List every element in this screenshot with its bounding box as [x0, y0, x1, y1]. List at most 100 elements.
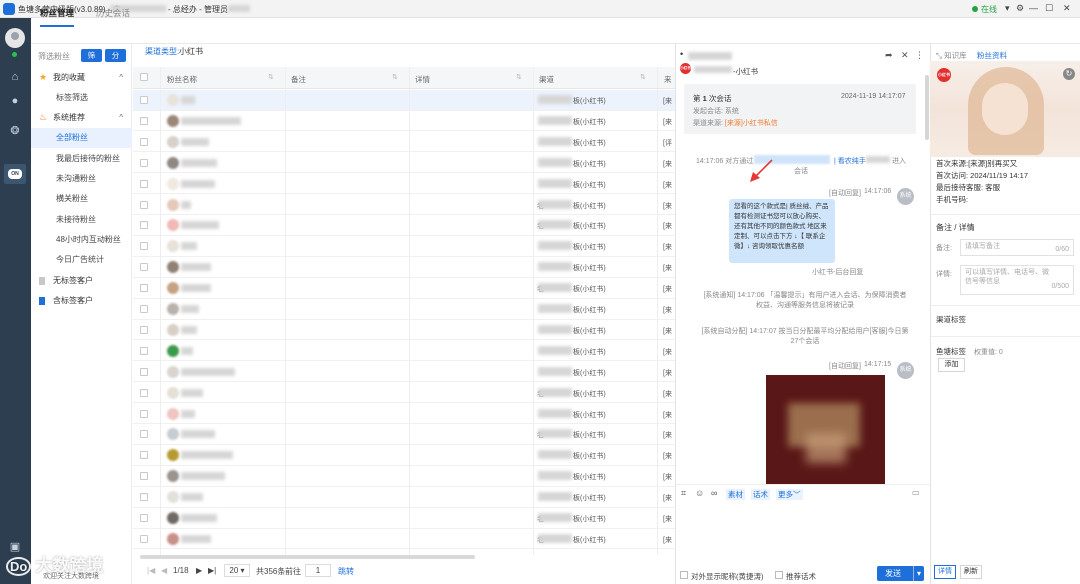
table-row[interactable]: 老板(小红书)[来 — [133, 424, 675, 445]
sidebar-item-tagged[interactable]: 含标签客户 — [31, 291, 132, 311]
fan-name-blur[interactable] — [181, 116, 241, 125]
notes-input[interactable]: 请填写备注 0/60 — [960, 239, 1074, 256]
more-button[interactable]: 更多﹀ — [776, 489, 803, 500]
material-button[interactable]: 素材 — [726, 489, 745, 500]
link-icon[interactable]: ∞ — [711, 488, 717, 498]
row-checkbox[interactable] — [140, 325, 148, 334]
row-checkbox[interactable] — [140, 451, 148, 460]
table-row[interactable]: 老板(小红书)[来 — [133, 195, 675, 215]
row-checkbox[interactable] — [140, 242, 148, 251]
table-row[interactable]: 板(小红书) [来 — [133, 111, 675, 132]
row-checkbox[interactable] — [140, 263, 148, 272]
crop-icon[interactable]: ⌗ — [681, 488, 686, 499]
jump-button[interactable]: 跳转 — [338, 566, 354, 577]
chat-icon[interactable]: ● — [8, 94, 22, 108]
sidebar-item-untagged[interactable]: 无标签客户 — [31, 271, 132, 291]
group-favorites[interactable]: ★ 我的收藏 ^ — [31, 68, 132, 88]
row-checkbox[interactable] — [140, 200, 148, 209]
fan-name-blur[interactable] — [181, 96, 195, 104]
user-avatar[interactable] — [5, 28, 25, 48]
channel-type-value[interactable]: 小红书 — [179, 46, 203, 57]
table-row[interactable]: 板(小红书) [评 — [133, 132, 675, 153]
fan-name-blur[interactable] — [181, 430, 215, 439]
refresh-button[interactable]: 刷新 — [960, 565, 982, 579]
minimize-icon[interactable]: — — [1029, 3, 1038, 13]
row-checkbox[interactable] — [140, 430, 148, 439]
fan-name-blur[interactable] — [181, 137, 209, 146]
table-row[interactable]: 老板(小红书)[来 — [133, 383, 675, 404]
first-page-icon[interactable]: |◀ — [147, 566, 155, 575]
recommend-checkbox[interactable] — [775, 571, 783, 579]
row-checkbox[interactable] — [140, 409, 148, 418]
table-row[interactable]: 板(小红书) [来 — [133, 299, 675, 320]
table-row[interactable]: 老板(小红书)[来 — [133, 278, 675, 299]
row-checkbox[interactable] — [140, 179, 148, 188]
goto-input[interactable]: 1 — [305, 564, 331, 577]
fan-name-blur[interactable] — [181, 221, 219, 230]
table-row[interactable]: 板(小红书) [来 — [133, 341, 675, 362]
row-checkbox[interactable] — [140, 388, 148, 397]
online-status[interactable]: 在线 — [972, 4, 997, 15]
sort-icon[interactable]: ⇅ — [392, 73, 398, 81]
fan-name-blur[interactable] — [181, 409, 195, 418]
maximize-icon[interactable]: ☐ — [1045, 3, 1053, 14]
fan-name-blur[interactable] — [181, 158, 217, 167]
dropdown-icon[interactable]: ▾ — [1005, 3, 1010, 14]
fan-name-blur[interactable] — [181, 367, 235, 376]
table-row[interactable]: 板(小红书) [来 — [133, 153, 675, 174]
select-all-checkbox[interactable] — [140, 73, 148, 81]
fan-name-blur[interactable] — [181, 514, 217, 522]
fan-name-blur[interactable] — [181, 534, 211, 543]
share-icon[interactable]: ➦ — [885, 50, 893, 61]
show-nickname-checkbox[interactable] — [680, 571, 688, 579]
send-options-icon[interactable]: ▾ — [912, 566, 921, 581]
emoji-icon[interactable]: ☺ — [695, 488, 704, 498]
fan-name-blur[interactable] — [181, 388, 203, 397]
image-message[interactable] — [766, 375, 885, 484]
details-button[interactable]: 详情 — [934, 565, 956, 579]
table-row[interactable]: 板(小红书) [来 — [133, 466, 675, 487]
enter-msg-link[interactable]: | 看农纯手 — [834, 156, 866, 166]
table-row[interactable]: 板(小红书) [来 — [133, 174, 675, 195]
fan-name-blur[interactable] — [181, 493, 203, 502]
row-checkbox[interactable] — [140, 284, 148, 293]
next-page-icon[interactable]: ▶ — [196, 566, 202, 575]
tab-knowledge[interactable]: ⤡ 知识库 — [936, 50, 967, 61]
sidebar-item-follow[interactable]: 横关粉丝 — [31, 189, 132, 209]
col-channel[interactable]: 渠道 — [539, 74, 554, 85]
sidebar-item-tag-filter[interactable]: 标签筛选 — [31, 88, 132, 108]
fan-name-blur[interactable] — [181, 242, 197, 251]
table-row[interactable]: 板(小红书) [来 — [133, 404, 675, 424]
tab-fans[interactable]: 粉丝管理 — [40, 7, 75, 27]
row-checkbox[interactable] — [140, 472, 148, 481]
row-checkbox[interactable] — [140, 367, 148, 376]
group-system[interactable]: ♨ 系统推荐 ^ — [31, 108, 132, 128]
sort-icon[interactable]: ⇅ — [640, 73, 646, 81]
row-checkbox[interactable] — [140, 116, 148, 125]
analyze-button[interactable]: 分析 — [105, 49, 126, 73]
fan-name-blur[interactable] — [181, 263, 211, 272]
sidebar-item-48h[interactable]: 48小时内互动粉丝 — [31, 230, 132, 250]
screenshot-icon[interactable]: ▭ — [912, 488, 920, 497]
fan-name-blur[interactable] — [181, 346, 193, 355]
sort-icon[interactable]: ⇅ — [516, 73, 522, 81]
table-row[interactable]: 板(小红书) [来 — [133, 236, 675, 257]
last-page-icon[interactable]: ▶| — [208, 566, 216, 575]
row-checkbox[interactable] — [140, 158, 148, 167]
col-source[interactable]: 来 — [664, 74, 672, 85]
refresh-icon[interactable]: ↻ — [1063, 68, 1075, 80]
tab-history[interactable]: 历史会话 — [96, 7, 130, 19]
sidebar-item-all-fans[interactable]: 全部粉丝 — [31, 128, 132, 148]
filter-button[interactable]: 筛选 — [81, 49, 102, 73]
close-chat-icon[interactable]: ✕ — [901, 50, 909, 61]
table-row[interactable]: 老板(小红书)[来 — [133, 508, 675, 529]
row-checkbox[interactable] — [140, 493, 148, 502]
sidebar-item-ad-stats[interactable]: 今日广告统计 — [31, 250, 132, 270]
table-row[interactable]: 板(小红书) [来 — [133, 257, 675, 278]
chat-scrollbar[interactable] — [925, 75, 929, 140]
row-checkbox[interactable] — [140, 346, 148, 355]
row-checkbox[interactable] — [140, 96, 148, 104]
row-checkbox[interactable] — [140, 534, 148, 543]
settings-icon[interactable]: ⚙ — [1016, 3, 1024, 14]
table-row[interactable]: 板(小红书) [来 — [133, 362, 675, 383]
